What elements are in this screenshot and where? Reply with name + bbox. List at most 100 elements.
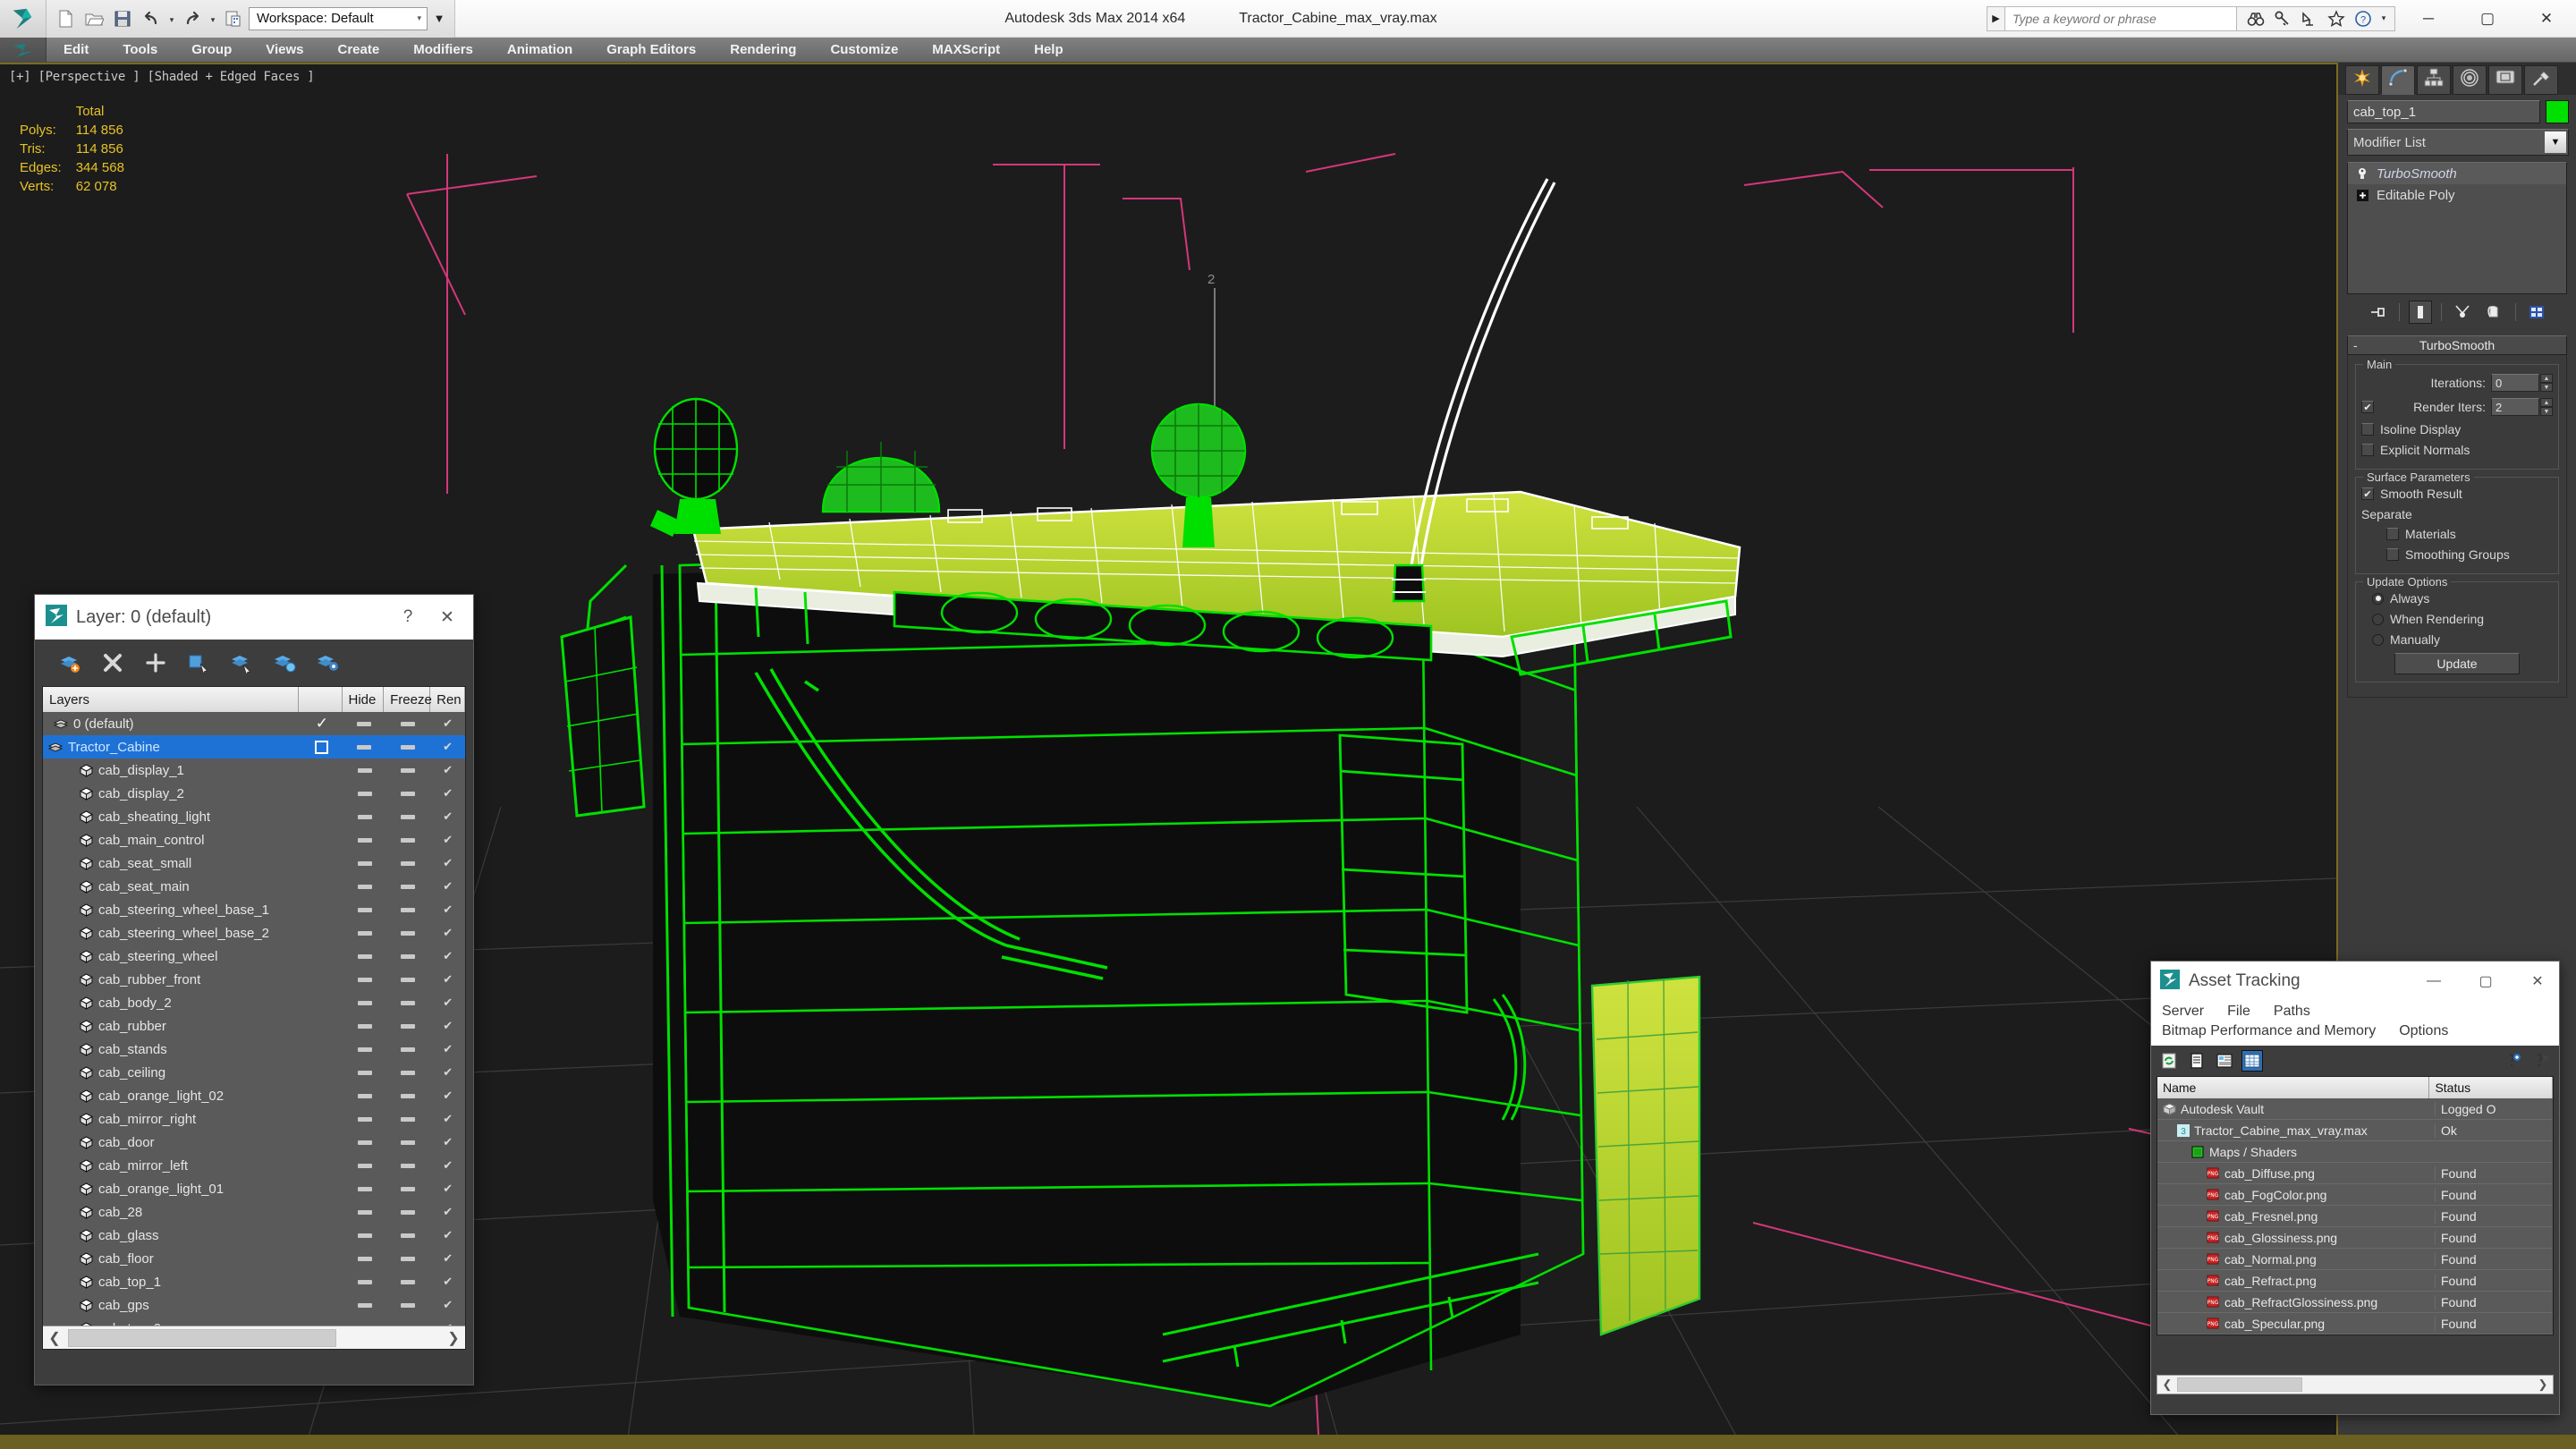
hide-cell[interactable] xyxy=(343,1233,386,1238)
radio-row[interactable]: Manually xyxy=(2361,632,2553,647)
asset-row[interactable]: PNGcab_FogColor.pngFound xyxy=(2157,1184,2553,1206)
render-cell[interactable]: ✔ xyxy=(430,996,465,1010)
freeze-cell[interactable] xyxy=(386,978,430,982)
freeze-cell[interactable] xyxy=(386,792,430,796)
hide-cell[interactable] xyxy=(343,1094,386,1098)
asset-row[interactable]: PNGcab_Refract.pngFound xyxy=(2157,1270,2553,1292)
hide-cell[interactable] xyxy=(343,1164,386,1168)
create-new-layer-icon[interactable] xyxy=(56,649,83,676)
spinner-arrows[interactable]: ▲▼ xyxy=(2540,374,2553,392)
menu-item-create[interactable]: Create xyxy=(321,38,397,63)
checkbox[interactable]: ✔ xyxy=(2361,401,2374,413)
layer-name-cell[interactable]: cab_mirror_left xyxy=(43,1158,301,1174)
hide-cell[interactable] xyxy=(343,1001,386,1005)
menu-item-edit[interactable]: Edit xyxy=(47,38,106,63)
spinner-up-icon[interactable]: ▲ xyxy=(2540,374,2553,383)
layer-name-cell[interactable]: cab_steering_wheel_base_2 xyxy=(43,926,301,941)
remove-modifier-icon[interactable] xyxy=(2483,301,2506,324)
render-cell[interactable]: ✔ xyxy=(430,1158,465,1173)
asset-horizontal-scrollbar[interactable]: ❮ ❯ xyxy=(2157,1375,2554,1394)
layer-active-checkbox[interactable] xyxy=(301,741,344,754)
asset-column-header[interactable]: Status xyxy=(2429,1077,2553,1098)
checkbox-row[interactable]: Isoline Display xyxy=(2361,422,2553,436)
open-file-icon[interactable] xyxy=(80,5,107,32)
binoculars-icon[interactable] xyxy=(2244,7,2267,30)
spinner[interactable]: 0▲▼ xyxy=(2491,374,2553,392)
freeze-cell[interactable] xyxy=(386,885,430,889)
menu-item-group[interactable]: Group xyxy=(174,38,249,63)
layer-name-cell[interactable]: cab_seat_main xyxy=(43,879,301,894)
freeze-cell[interactable] xyxy=(386,1233,430,1238)
freeze-cell[interactable] xyxy=(386,1303,430,1308)
checkbox-row[interactable]: Smoothing Groups xyxy=(2361,547,2553,562)
layer-row[interactable]: cab_mirror_right ✔ xyxy=(43,1107,465,1131)
app-menu-button[interactable] xyxy=(0,38,47,63)
menu-item-rendering[interactable]: Rendering xyxy=(713,38,813,63)
modifier-stack[interactable]: TurboSmoothEditable Poly xyxy=(2347,162,2567,294)
hide-cell[interactable] xyxy=(343,861,386,866)
layer-name-cell[interactable]: cab_steering_wheel_base_1 xyxy=(43,902,301,918)
layer-name-cell[interactable]: cab_rubber_front xyxy=(43,972,301,987)
render-cell[interactable]: ✔ xyxy=(430,949,465,963)
asset-row[interactable]: PNGcab_RefractGlossiness.pngFound xyxy=(2157,1292,2553,1313)
hide-cell[interactable] xyxy=(343,1024,386,1029)
asset-row[interactable]: Maps / Shaders xyxy=(2157,1141,2553,1163)
grid-view-icon[interactable] xyxy=(2241,1050,2263,1072)
layer-row[interactable]: cab_door✔ xyxy=(43,1131,465,1154)
utilities-tab[interactable] xyxy=(2524,65,2558,95)
freeze-cell[interactable] xyxy=(386,745,430,750)
asset-row[interactable]: PNGcab_Glossiness.pngFound xyxy=(2157,1227,2553,1249)
hide-cell[interactable] xyxy=(343,978,386,982)
layer-name-cell[interactable]: cab_mirror_right xyxy=(43,1112,301,1127)
hide-cell[interactable] xyxy=(343,768,386,773)
hide-cell[interactable] xyxy=(343,931,386,936)
help-dropdown-icon[interactable]: ▾ xyxy=(2378,7,2389,30)
freeze-cell[interactable] xyxy=(386,722,430,726)
layer-row[interactable]: cab_orange_light_02✔ xyxy=(43,1084,465,1107)
layer-name-cell[interactable]: cab_gps xyxy=(43,1298,301,1313)
scroll-left-icon[interactable]: ❮ xyxy=(2157,1376,2177,1394)
render-cell[interactable]: ✔ xyxy=(430,1112,465,1126)
asset-menu-file[interactable]: File xyxy=(2225,1003,2252,1021)
menu-item-animation[interactable]: Animation xyxy=(490,38,589,63)
save-file-icon[interactable] xyxy=(109,5,136,32)
asset-column-header[interactable]: Name xyxy=(2157,1077,2429,1098)
spinner-up-icon[interactable]: ▲ xyxy=(2540,398,2553,407)
layer-name-cell[interactable]: cab_steering_wheel xyxy=(43,949,301,964)
freeze-cell[interactable] xyxy=(386,1047,430,1052)
layer-name-cell[interactable]: cab_door xyxy=(43,1135,301,1150)
satellite-icon[interactable] xyxy=(2298,7,2321,30)
asset-menu-bitmap-performance-and-memory[interactable]: Bitmap Performance and Memory xyxy=(2160,1022,2377,1040)
close-icon[interactable]: ✕ xyxy=(2516,963,2559,999)
asset-name-cell[interactable]: PNGcab_Specular.png xyxy=(2157,1317,2435,1331)
menu-item-views[interactable]: Views xyxy=(249,38,320,63)
layer-row[interactable]: cab_orange_light_01✔ xyxy=(43,1177,465,1200)
layer-properties-icon[interactable] xyxy=(314,649,341,676)
layer-row[interactable]: cab_glass✔ xyxy=(43,1224,465,1247)
render-cell[interactable]: ✔ xyxy=(430,1251,465,1266)
layer-row[interactable]: cab_ceiling✔ xyxy=(43,1061,465,1084)
freeze-cell[interactable] xyxy=(386,768,430,773)
question-icon[interactable]: ? xyxy=(2351,7,2375,30)
asset-name-cell[interactable]: PNGcab_Diffuse.png xyxy=(2157,1166,2435,1181)
freeze-cell[interactable] xyxy=(386,931,430,936)
asset-name-cell[interactable]: Maps / Shaders xyxy=(2157,1145,2435,1159)
render-cell[interactable]: ✔ xyxy=(430,763,465,777)
close-button[interactable]: ✕ xyxy=(2517,0,2576,38)
render-cell[interactable]: ✔ xyxy=(430,1228,465,1242)
spinner-value[interactable]: 2 xyxy=(2491,398,2539,416)
asset-row[interactable]: PNGcab_Diffuse.pngFound xyxy=(2157,1163,2553,1184)
menu-item-graph-editors[interactable]: Graph Editors xyxy=(589,38,713,63)
render-cell[interactable]: ✔ xyxy=(430,902,465,917)
modifier-stack-item[interactable]: Editable Poly xyxy=(2348,184,2566,206)
object-name-field[interactable]: cab_top_1 xyxy=(2347,100,2540,123)
radio-button[interactable] xyxy=(2372,634,2384,646)
asset-row[interactable]: 3Tractor_Cabine_max_vray.maxOk xyxy=(2157,1120,2553,1141)
hide-cell[interactable] xyxy=(343,1047,386,1052)
add-layer-icon[interactable] xyxy=(142,649,169,676)
plus-box-icon[interactable] xyxy=(2355,188,2369,202)
layer-row[interactable]: cab_mirror_left ✔ xyxy=(43,1154,465,1177)
asset-grid[interactable]: NameStatus Autodesk VaultLogged O3Tracto… xyxy=(2157,1076,2554,1335)
layer-row[interactable]: cab_main_control✔ xyxy=(43,828,465,852)
scroll-right-icon[interactable]: ❯ xyxy=(2533,1376,2553,1394)
